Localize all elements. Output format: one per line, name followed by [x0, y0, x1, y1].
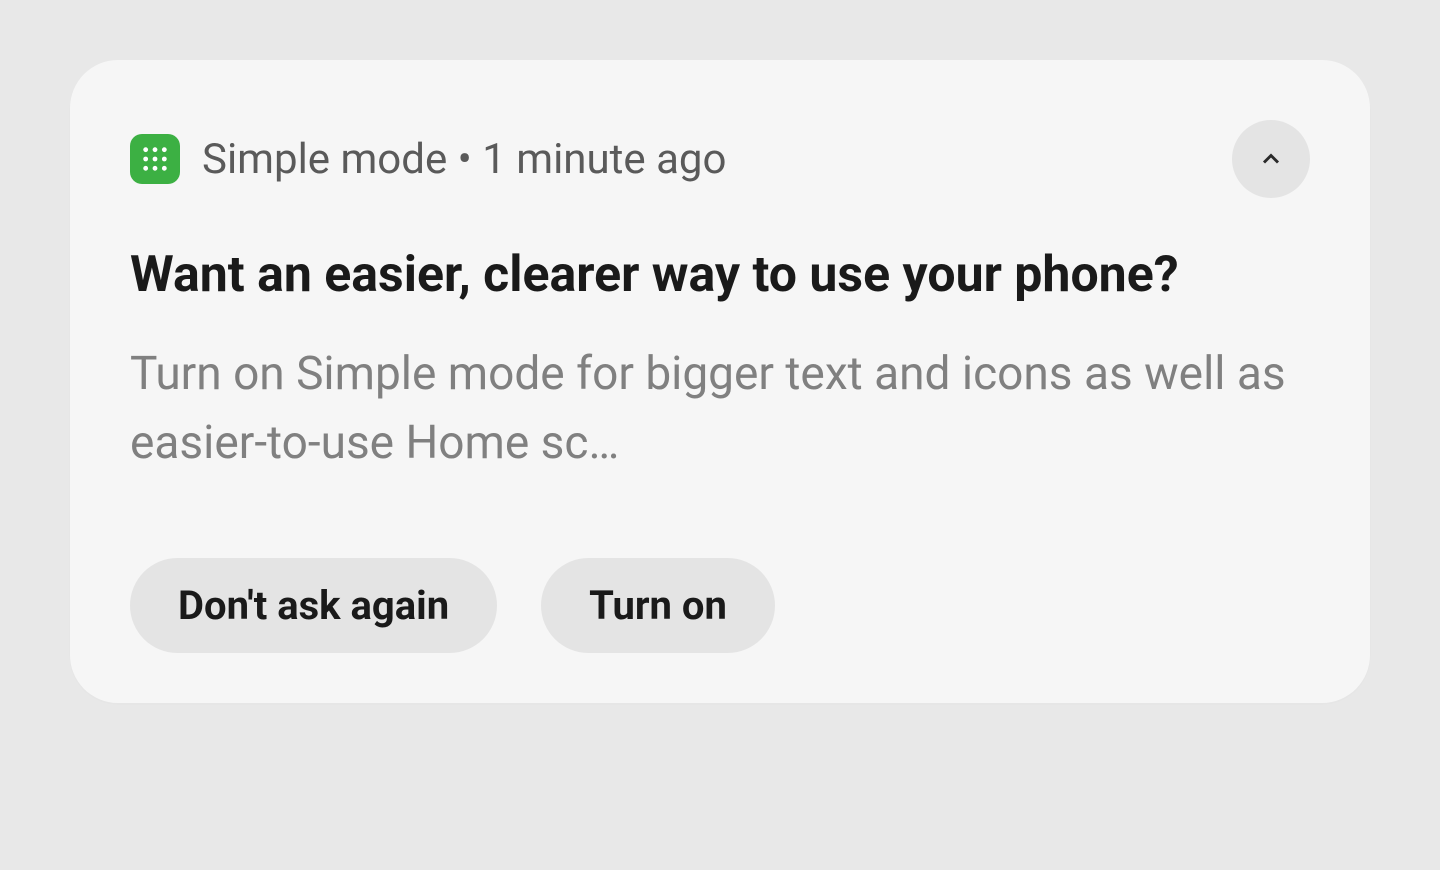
apps-grid-icon	[130, 134, 180, 184]
turn-on-button[interactable]: Turn on	[541, 558, 775, 653]
chevron-up-icon	[1257, 145, 1285, 173]
notification-body: Turn on Simple mode for bigger text and …	[130, 340, 1310, 478]
notification-title: Want an easier, clearer way to use your …	[130, 242, 1310, 310]
timestamp: 1 minute ago	[482, 135, 726, 184]
collapse-button[interactable]	[1232, 120, 1310, 198]
notification-card[interactable]: Simple mode • 1 minute ago Want an easie…	[70, 60, 1370, 703]
notification-meta: Simple mode • 1 minute ago	[202, 135, 1210, 184]
notification-header: Simple mode • 1 minute ago	[130, 120, 1310, 198]
app-name: Simple mode	[202, 135, 447, 184]
action-button-row: Don't ask again Turn on	[130, 558, 1310, 653]
separator: •	[447, 135, 482, 184]
dont-ask-again-button[interactable]: Don't ask again	[130, 558, 497, 653]
